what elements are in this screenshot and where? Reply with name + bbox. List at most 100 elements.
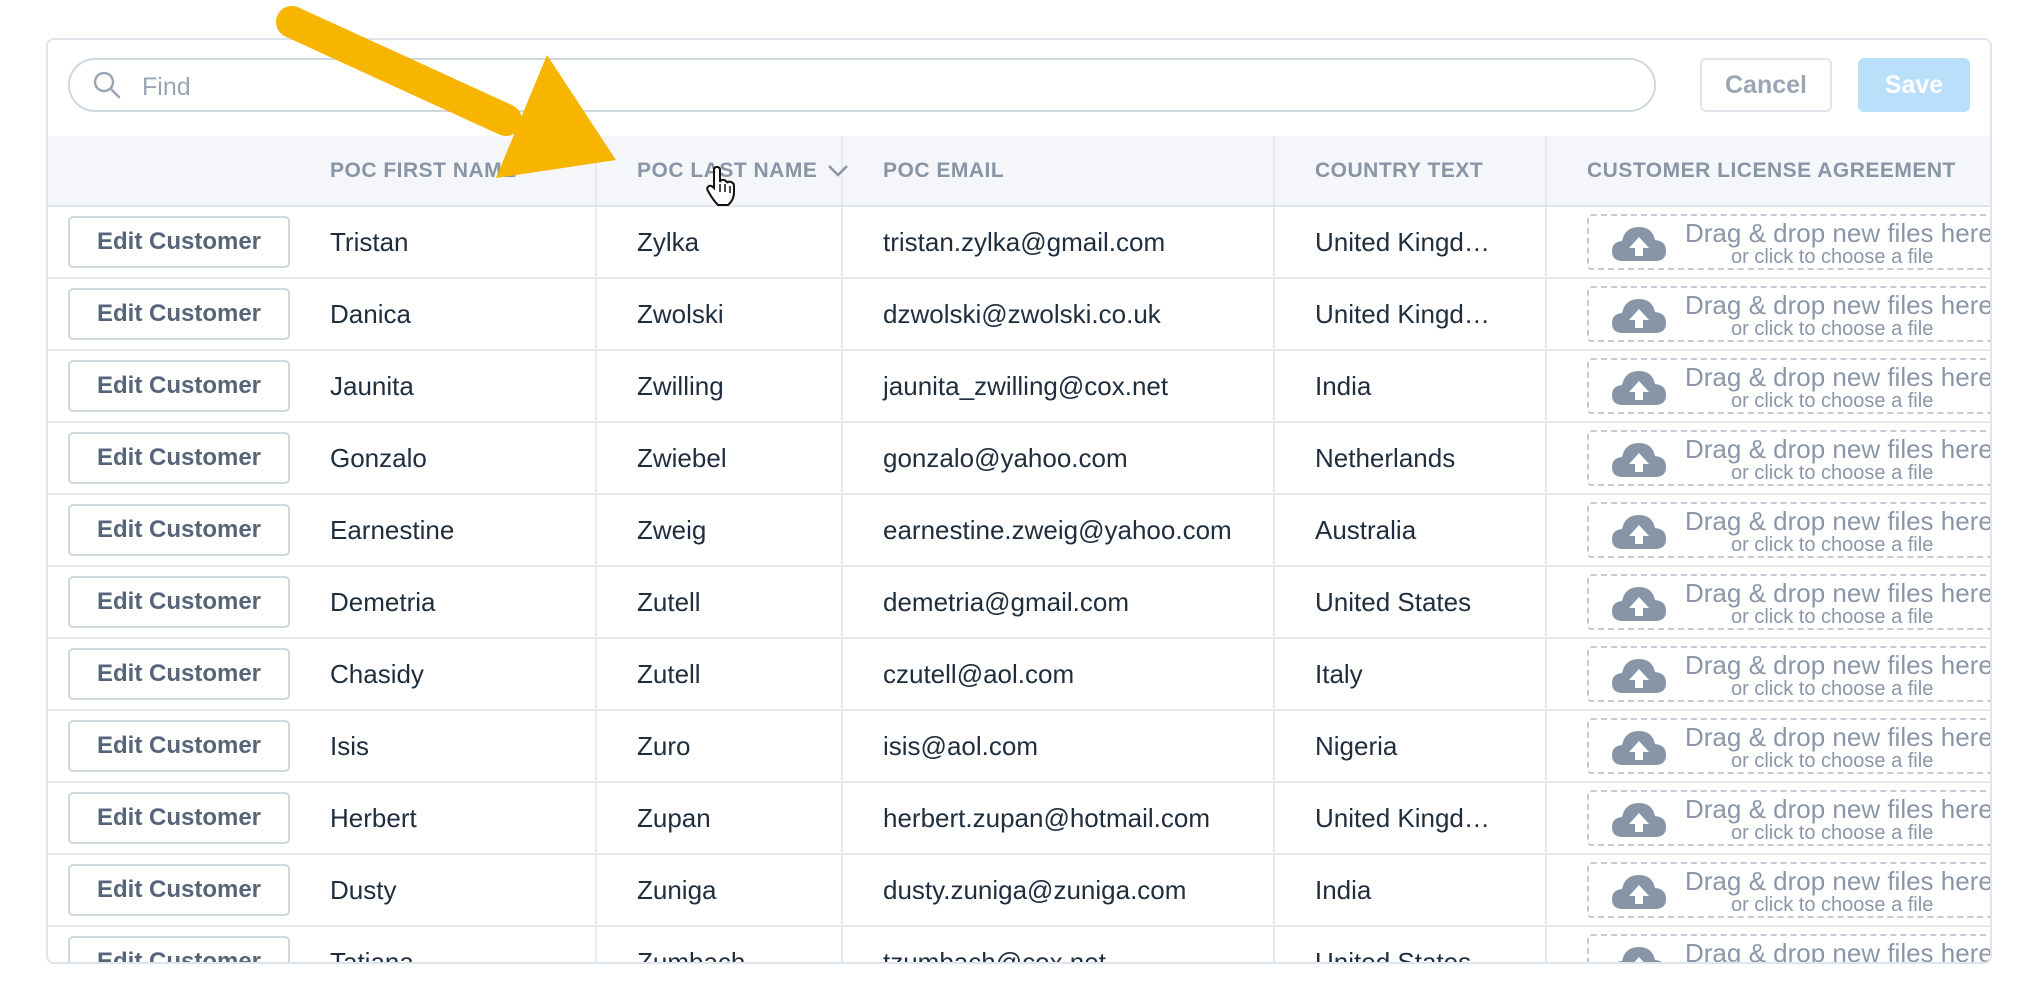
row-action-cell: Edit Customer bbox=[48, 566, 290, 639]
license-agreement-cell: Drag & drop new files here or click to c… bbox=[1546, 278, 1992, 351]
poc-last-name-cell: Zweig bbox=[596, 494, 843, 567]
file-dropzone[interactable]: Drag & drop new files here or click to c… bbox=[1587, 934, 1990, 962]
row-action-cell: Edit Customer bbox=[48, 710, 290, 783]
file-dropzone[interactable]: Drag & drop new files here or click to c… bbox=[1587, 214, 1992, 270]
row-action-cell: Edit Customer bbox=[48, 422, 290, 495]
poc-last-name-cell: Zutell bbox=[596, 566, 843, 639]
save-button[interactable]: Save bbox=[1858, 58, 1970, 112]
cloud-upload-icon bbox=[1612, 227, 1666, 261]
chevron-down-icon[interactable] bbox=[827, 164, 849, 178]
cloud-upload-icon bbox=[1612, 587, 1666, 621]
edit-customer-button[interactable]: Edit Customer bbox=[68, 504, 290, 556]
cancel-button[interactable]: Cancel bbox=[1700, 58, 1832, 112]
file-dropzone[interactable]: Drag & drop new files here or click to c… bbox=[1587, 430, 1992, 486]
dropzone-sub-text: or click to choose a file bbox=[1731, 822, 1934, 844]
table-row: Edit Customer Herbert Zupan herbert.zupa… bbox=[48, 782, 1992, 855]
table-row: Edit Customer Danica Zwolski dzwolski@zw… bbox=[48, 278, 1992, 351]
poc-last-name-cell: Zylka bbox=[596, 206, 843, 279]
column-header-label: POC LAST NAME bbox=[637, 158, 818, 182]
country-text-cell: United States bbox=[1274, 926, 1547, 962]
search-box[interactable] bbox=[68, 58, 1656, 112]
file-dropzone[interactable]: Drag & drop new files here or click to c… bbox=[1587, 358, 1992, 414]
edit-customer-button[interactable]: Edit Customer bbox=[68, 720, 290, 772]
edit-customer-button[interactable]: Edit Customer bbox=[68, 288, 290, 340]
row-action-cell: Edit Customer bbox=[48, 206, 290, 279]
edit-customer-button[interactable]: Edit Customer bbox=[68, 864, 290, 916]
dropzone-sub-text: or click to choose a file bbox=[1731, 462, 1934, 484]
cloud-upload-icon bbox=[1612, 803, 1666, 837]
file-dropzone[interactable]: Drag & drop new files here or click to c… bbox=[1587, 646, 1990, 702]
dropzone-main-text: Drag & drop new files here bbox=[1685, 434, 1992, 464]
file-dropzone[interactable]: Drag & drop new files here or click to c… bbox=[1587, 286, 1992, 342]
file-dropzone[interactable]: Drag & drop new files here or click to c… bbox=[1587, 502, 1990, 558]
poc-first-name-cell: Tatiana bbox=[290, 926, 597, 962]
license-agreement-cell: Drag & drop new files here or click to c… bbox=[1546, 350, 1992, 423]
dropzone-main-text: Drag & drop new files here bbox=[1685, 362, 1992, 392]
file-dropzone[interactable]: Drag & drop new files here or click to c… bbox=[1587, 718, 1992, 774]
poc-last-name-cell: Zwiebel bbox=[596, 422, 843, 495]
country-text-cell: Italy bbox=[1274, 638, 1547, 711]
poc-last-name-cell: Zwolski bbox=[596, 278, 843, 351]
dropzone-sub-text: or click to choose a file bbox=[1731, 678, 1934, 700]
row-action-cell: Edit Customer bbox=[48, 638, 290, 711]
edit-customer-button[interactable]: Edit Customer bbox=[68, 648, 290, 700]
file-dropzone[interactable]: Drag & drop new files here or click to c… bbox=[1587, 574, 1992, 630]
dropzone-main-text: Drag & drop new files here bbox=[1685, 866, 1992, 896]
edit-customer-button[interactable]: Edit Customer bbox=[68, 936, 290, 962]
dropzone-sub-text: or click to choose a file bbox=[1731, 534, 1934, 556]
dropzone-sub-text: or click to choose a file bbox=[1731, 390, 1934, 412]
table-header-row: POC FIRST NAME POC LAST NAME POC EMAIL C… bbox=[48, 136, 1990, 207]
cloud-upload-icon bbox=[1612, 371, 1666, 405]
row-action-cell: Edit Customer bbox=[48, 782, 290, 855]
country-text-cell: Australia bbox=[1274, 494, 1547, 567]
country-text-cell: India bbox=[1274, 854, 1547, 927]
poc-email-cell: czutell@aol.com bbox=[842, 638, 1275, 711]
license-agreement-cell: Drag & drop new files here or click to c… bbox=[1546, 422, 1992, 495]
cloud-upload-icon bbox=[1612, 443, 1666, 477]
search-icon bbox=[93, 71, 121, 99]
column-header-poc-last-name[interactable]: POC LAST NAME bbox=[596, 136, 849, 207]
column-header-country-text[interactable]: COUNTRY TEXT bbox=[1274, 136, 1547, 207]
dropzone-sub-text: or click to choose a file bbox=[1731, 894, 1934, 916]
poc-email-cell: dusty.zuniga@zuniga.com bbox=[842, 854, 1275, 927]
toolbar: Cancel Save bbox=[48, 40, 1990, 138]
column-header-poc-first-name[interactable]: POC FIRST NAME bbox=[290, 136, 597, 207]
dropzone-main-text: Drag & drop new files here bbox=[1685, 290, 1992, 320]
cloud-upload-icon bbox=[1612, 875, 1666, 909]
poc-first-name-cell: Chasidy bbox=[290, 638, 597, 711]
edit-customer-button[interactable]: Edit Customer bbox=[68, 792, 290, 844]
table-row: Edit Customer Demetria Zutell demetria@g… bbox=[48, 566, 1992, 639]
edit-customer-button[interactable]: Edit Customer bbox=[68, 216, 290, 268]
poc-last-name-cell: Zutell bbox=[596, 638, 843, 711]
license-agreement-cell: Drag & drop new files here or click to c… bbox=[1546, 710, 1992, 783]
poc-first-name-cell: Jaunita bbox=[290, 350, 597, 423]
file-dropzone[interactable]: Drag & drop new files here or click to c… bbox=[1587, 862, 1992, 918]
license-agreement-cell: Drag & drop new files here or click to c… bbox=[1546, 638, 1990, 711]
country-text-cell: India bbox=[1274, 350, 1547, 423]
search-input[interactable] bbox=[140, 66, 1624, 108]
poc-email-cell: jaunita_zwilling@cox.net bbox=[842, 350, 1275, 423]
country-text-cell: United States bbox=[1274, 566, 1547, 639]
dropzone-sub-text: or click to choose a file bbox=[1731, 318, 1934, 340]
country-text-cell: United Kingd… bbox=[1274, 782, 1547, 855]
column-header-customer-license-agreement[interactable]: CUSTOMER LICENSE AGREEMENT bbox=[1546, 136, 1990, 207]
license-agreement-cell: Drag & drop new files here or click to c… bbox=[1546, 782, 1992, 855]
table-row: Edit Customer Tatiana Zumbach tzumbach@c… bbox=[48, 926, 1990, 962]
dropzone-main-text: Drag & drop new files here bbox=[1685, 722, 1992, 752]
dropzone-main-text: Drag & drop new files here bbox=[1685, 578, 1992, 608]
cloud-upload-icon bbox=[1612, 731, 1666, 765]
poc-first-name-cell: Gonzalo bbox=[290, 422, 597, 495]
poc-first-name-cell: Dusty bbox=[290, 854, 597, 927]
edit-customer-button[interactable]: Edit Customer bbox=[68, 432, 290, 484]
edit-customer-button[interactable]: Edit Customer bbox=[68, 360, 290, 412]
cloud-upload-icon bbox=[1612, 659, 1666, 693]
cloud-upload-icon bbox=[1617, 947, 1662, 962]
column-header-poc-email[interactable]: POC EMAIL bbox=[842, 136, 1275, 207]
license-agreement-cell: Drag & drop new files here or click to c… bbox=[1546, 494, 1990, 567]
dropzone-main-text: Drag & drop new files here bbox=[1685, 218, 1992, 248]
edit-customer-button[interactable]: Edit Customer bbox=[68, 576, 290, 628]
dropzone-sub-text: or click to choose a file bbox=[1731, 246, 1934, 268]
poc-first-name-cell: Danica bbox=[290, 278, 597, 351]
dropzone-main-text: Drag & drop new files here bbox=[1685, 794, 1992, 824]
file-dropzone[interactable]: Drag & drop new files here or click to c… bbox=[1587, 790, 1992, 846]
